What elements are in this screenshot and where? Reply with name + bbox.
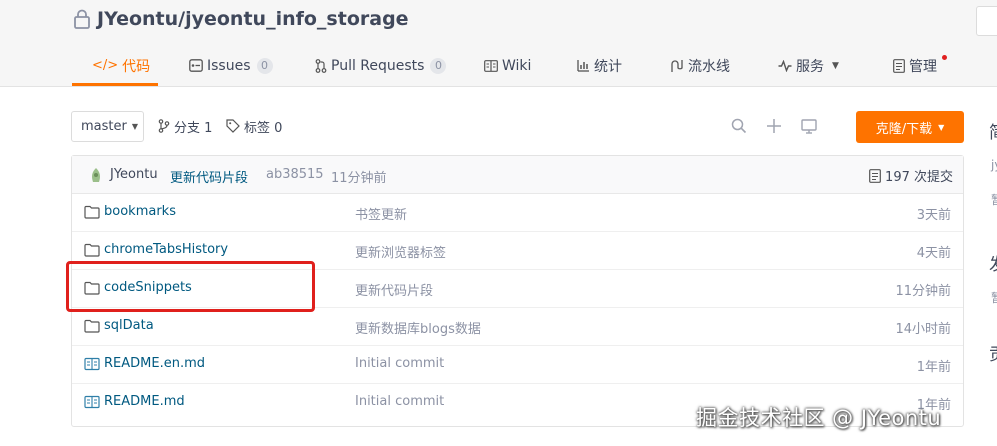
tab-label: 服务 [796, 58, 824, 75]
branch-name: master [81, 119, 127, 134]
file-commit-time: 11分钟前 [895, 284, 951, 299]
manage-icon [893, 58, 905, 73]
avatar[interactable] [89, 167, 103, 183]
tab-pipeline[interactable]: 流水线 [670, 44, 730, 87]
commit-author[interactable]: JYeontu [110, 167, 158, 182]
issues-icon [189, 59, 203, 72]
commit-time: 11分钟前 [331, 171, 387, 186]
file-commit-message[interactable]: Initial commit [355, 356, 444, 371]
sidebar-fragment: 暂 [991, 191, 997, 208]
add-file-icon[interactable] [765, 117, 783, 135]
clone-download-button[interactable]: 克隆/下载 ▼ [856, 111, 964, 143]
file-name[interactable]: chromeTabsHistory [104, 242, 228, 257]
watermark: 掘金技术社区 @ JYeontu [696, 406, 942, 430]
tab-label: Pull Requests [331, 57, 425, 74]
file-commit-time: 3天前 [916, 208, 951, 223]
file-commit-time: 4天前 [916, 246, 951, 261]
pull-request-icon [315, 58, 327, 73]
file-name[interactable]: sqlData [104, 318, 154, 333]
file-commit-time: 1年前 [916, 360, 951, 375]
tab-pull-requests[interactable]: Pull Requests 0 [315, 44, 447, 87]
file-commit-time: 14小时前 [895, 322, 951, 337]
sidebar-fragment: jy [991, 158, 997, 172]
tab-label: Issues [207, 57, 251, 74]
file-commit-message[interactable]: 更新浏览器标签 [355, 242, 446, 261]
wiki-icon [484, 59, 498, 72]
tab-service[interactable]: 服务 ▼ [778, 44, 839, 87]
pull-requests-count-badge: 0 [430, 57, 447, 74]
markdown-file-icon [84, 395, 100, 409]
branches-link[interactable]: 分支 1 [158, 117, 213, 136]
commit-message[interactable]: 更新代码片段 [170, 167, 248, 186]
stats-icon [577, 60, 589, 72]
tab-label: 流水线 [688, 58, 730, 75]
sidebar-fragment: 简 [989, 118, 997, 143]
service-icon [778, 59, 792, 72]
tab-label: 管理 [909, 58, 937, 75]
code-icon: </> [92, 58, 119, 73]
clone-download-label: 克隆/下载 [875, 121, 933, 137]
pipeline-icon [671, 59, 683, 72]
file-commit-message[interactable]: 更新代码片段 [355, 280, 433, 299]
commit-count-link[interactable]: 197 次提交 [869, 166, 953, 185]
tab-issues[interactable]: Issues 0 [189, 44, 273, 87]
file-row[interactable]: sqlData 更新数据库blogs数据 14小时前 [72, 308, 963, 346]
file-commit-message[interactable]: Initial commit [355, 394, 444, 409]
branch-select[interactable]: master ▼ [71, 111, 144, 142]
tab-label: 统计 [594, 58, 622, 75]
repo-name[interactable]: JYeontu/jyeontu_info_storage [97, 8, 409, 30]
tab-wiki[interactable]: Wiki [484, 44, 531, 87]
tab-label: 代码 [122, 58, 151, 75]
sidebar-fragment: 发 [989, 250, 997, 275]
repo-header: JYeontu/jyeontu_info_storage </> 代码 Issu… [0, 0, 997, 87]
file-row[interactable]: bookmarks 书签更新 3天前 [72, 194, 963, 232]
issues-count-badge: 0 [256, 57, 273, 74]
folder-icon [84, 243, 100, 257]
file-row[interactable]: chromeTabsHistory 更新浏览器标签 4天前 [72, 232, 963, 270]
markdown-file-icon [84, 357, 100, 371]
file-name[interactable]: bookmarks [104, 204, 176, 219]
header-action-button[interactable] [976, 6, 997, 36]
sidebar-fragment: 贡 [989, 340, 997, 365]
file-name[interactable]: README.md [104, 394, 185, 409]
file-name[interactable]: codeSnippets [104, 280, 192, 295]
latest-commit-row: JYeontu 更新代码片段 ab38515 11分钟前 197 次提交 [72, 156, 963, 194]
tags-label: 标签 0 [244, 120, 283, 136]
caret-down-icon: ▼ [131, 122, 138, 131]
tab-manage[interactable]: 管理 [893, 44, 937, 87]
file-row[interactable]: codeSnippets 更新代码片段 11分钟前 [72, 270, 963, 308]
file-name[interactable]: README.en.md [104, 356, 205, 371]
tab-label: Wiki [502, 57, 532, 74]
repo-title-group: JYeontu/jyeontu_info_storage [73, 6, 409, 32]
notification-dot [942, 55, 947, 60]
branch-icon [158, 119, 170, 133]
tag-icon [226, 119, 240, 133]
folder-icon [84, 319, 100, 333]
folder-icon [84, 281, 100, 295]
file-commit-message[interactable]: 更新数据库blogs数据 [355, 318, 481, 337]
file-commit-message[interactable]: 书签更新 [355, 204, 407, 223]
chevron-down-icon: ▼ [832, 60, 839, 71]
chevron-down-icon: ▼ [938, 122, 945, 132]
web-ide-icon[interactable] [800, 117, 818, 135]
file-row[interactable]: README.en.md Initial commit 1年前 [72, 346, 963, 384]
tab-code[interactable]: </> 代码 [92, 44, 150, 87]
search-icon[interactable] [730, 117, 748, 135]
commit-sha[interactable]: ab38515 [266, 167, 324, 182]
active-tab-indicator [72, 83, 158, 86]
folder-icon [84, 205, 100, 219]
tags-link[interactable]: 标签 0 [226, 117, 283, 136]
lock-icon [74, 9, 90, 29]
commit-count-label: 197 次提交 [885, 170, 953, 185]
branches-label: 分支 1 [174, 120, 213, 136]
commit-history-icon [869, 168, 881, 183]
sidebar-fragment: 暂 [991, 289, 997, 306]
file-list: JYeontu 更新代码片段 ab38515 11分钟前 197 次提交 boo… [71, 155, 964, 427]
tab-stats[interactable]: 统计 [577, 44, 622, 87]
